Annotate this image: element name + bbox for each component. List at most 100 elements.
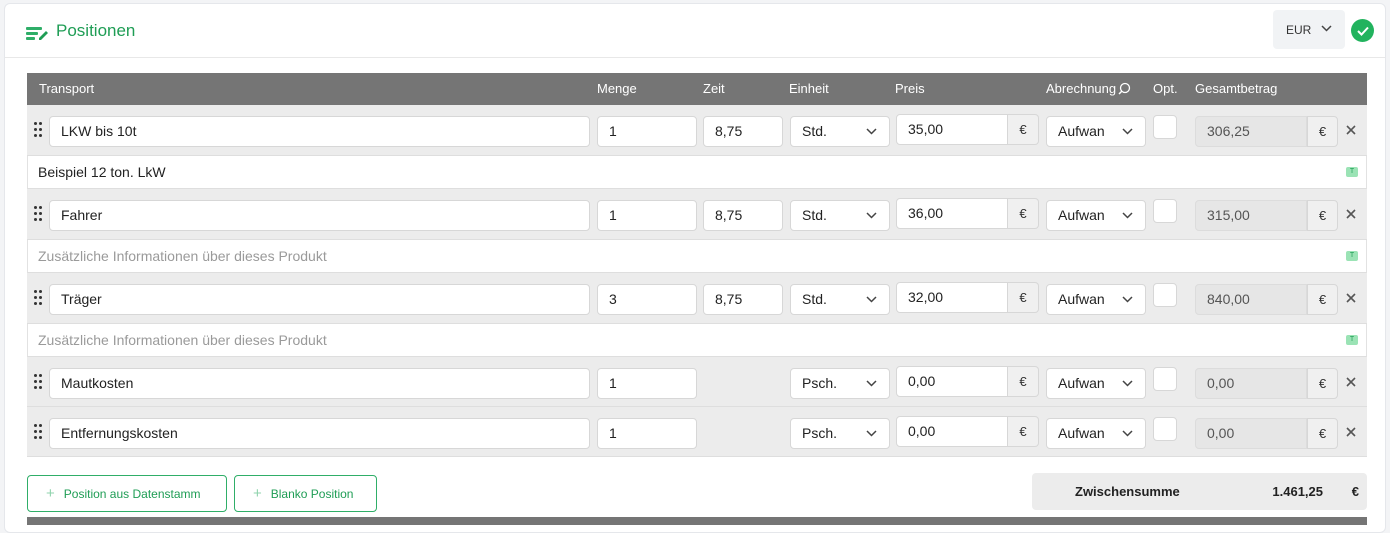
currency-select[interactable]: EUR (1273, 10, 1345, 49)
table-row: Mautkosten 1 Psch. 0,00 € Aufwan 0,00 € (27, 357, 1367, 407)
quantity-input[interactable]: 1 (597, 116, 697, 147)
total-amount: 315,00 (1195, 200, 1307, 231)
chevron-down-icon (866, 296, 877, 303)
close-icon[interactable] (1345, 208, 1357, 220)
description-row[interactable]: Beispiel 12 ton. LkW T (27, 156, 1367, 189)
unit-select[interactable]: Std. (790, 116, 890, 147)
time-input[interactable]: 8,75 (703, 200, 783, 231)
price-currency-addon: € (1008, 114, 1039, 145)
unit-select[interactable]: Psch. (790, 368, 890, 399)
drag-handle-icon[interactable] (34, 206, 42, 222)
description-row[interactable]: Zusätzliche Informationen über dieses Pr… (27, 240, 1367, 273)
drag-handle-icon[interactable] (34, 290, 42, 306)
subtotal-currency: € (1351, 484, 1359, 499)
price-currency-addon: € (1008, 416, 1039, 447)
col-abrechnung-label: Abrechnung (1046, 81, 1117, 96)
positions-card: Positionen EUR Transport Menge Zeit Einh… (4, 3, 1386, 533)
time-input[interactable]: 8,75 (703, 116, 783, 147)
chevron-down-icon (1122, 380, 1133, 387)
optional-checkbox[interactable] (1153, 283, 1177, 307)
card-header: Positionen EUR (5, 4, 1385, 58)
bottom-table-header (27, 517, 1367, 525)
unit-value: Std. (802, 123, 827, 139)
plus-icon: + (253, 485, 262, 502)
price-input[interactable]: 35,00 (896, 114, 1008, 145)
col-menge: Menge (597, 81, 637, 96)
table-header: Transport Menge Zeit Einheit Preis Abrec… (27, 73, 1367, 105)
price-input[interactable]: 0,00 (896, 416, 1008, 447)
col-preis: Preis (895, 81, 925, 96)
billing-value: Aufwan (1058, 207, 1105, 223)
billing-select[interactable]: Aufwan (1046, 116, 1146, 147)
optional-checkbox[interactable] (1153, 115, 1177, 139)
positions-table: Transport Menge Zeit Einheit Preis Abrec… (27, 73, 1367, 457)
add-blank-position-label: Blanko Position (270, 486, 354, 501)
billing-select[interactable]: Aufwan (1046, 284, 1146, 315)
search-info-icon[interactable] (1118, 82, 1131, 95)
price-input[interactable]: 0,00 (896, 366, 1008, 397)
unit-value: Std. (802, 291, 827, 307)
chevron-down-icon (866, 430, 877, 437)
drag-handle-icon[interactable] (34, 424, 42, 440)
col-transport: Transport (39, 81, 95, 96)
position-name-input[interactable]: LKW bis 10t (49, 116, 590, 147)
billing-select[interactable]: Aufwan (1046, 368, 1146, 399)
col-opt: Opt. (1153, 81, 1178, 96)
col-zeit: Zeit (703, 81, 725, 96)
optional-checkbox[interactable] (1153, 417, 1177, 441)
optional-checkbox[interactable] (1153, 199, 1177, 223)
chevron-down-icon (1122, 128, 1133, 135)
text-format-icon[interactable]: T (1346, 335, 1358, 345)
table-row: Fahrer 1 8,75 Std. 36,00 € Aufwan 315,00… (27, 189, 1367, 240)
total-amount: 0,00 (1195, 368, 1307, 399)
chevron-down-icon (1321, 25, 1332, 32)
position-name-input[interactable]: Entfernungskosten (49, 418, 590, 449)
col-gesamtbetrag: Gesamtbetrag (1195, 81, 1278, 96)
close-icon[interactable] (1345, 292, 1357, 304)
check-icon[interactable] (1351, 19, 1374, 42)
total-amount: 0,00 (1195, 418, 1307, 449)
quantity-input[interactable]: 1 (597, 418, 697, 449)
total-currency-addon: € (1307, 200, 1338, 231)
price-currency-addon: € (1008, 366, 1039, 397)
close-icon[interactable] (1345, 426, 1357, 438)
price-currency-addon: € (1008, 198, 1039, 229)
unit-value: Psch. (802, 425, 838, 441)
drag-handle-icon[interactable] (34, 122, 42, 138)
section-title: Positionen (56, 21, 136, 40)
position-name-input[interactable]: Träger (49, 284, 590, 315)
close-icon[interactable] (1345, 376, 1357, 388)
optional-checkbox[interactable] (1153, 367, 1177, 391)
add-blank-position-button[interactable]: + Blanko Position (234, 475, 377, 512)
position-name-input[interactable]: Mautkosten (49, 368, 590, 399)
billing-select[interactable]: Aufwan (1046, 200, 1146, 231)
add-position-from-master-button[interactable]: + Position aus Datenstamm (27, 475, 227, 512)
quantity-input[interactable]: 1 (597, 368, 697, 399)
col-einheit: Einheit (789, 81, 829, 96)
description-text: Beispiel 12 ton. LkW (38, 164, 166, 180)
position-name-input[interactable]: Fahrer (49, 200, 590, 231)
col-abrechnung: Abrechnung (1046, 81, 1131, 96)
chevron-down-icon (1122, 430, 1133, 437)
price-input[interactable]: 36,00 (896, 198, 1008, 229)
quantity-input[interactable]: 3 (597, 284, 697, 315)
add-position-from-master-label: Position aus Datenstamm (63, 486, 201, 501)
drag-handle-icon[interactable] (34, 374, 42, 390)
unit-select[interactable]: Psch. (790, 418, 890, 449)
unit-select[interactable]: Std. (790, 284, 890, 315)
table-row: Träger 3 8,75 Std. 32,00 € Aufwan 840,00… (27, 273, 1367, 324)
subtotal-label: Zwischensumme (1075, 484, 1180, 499)
text-format-icon[interactable]: T (1346, 251, 1358, 261)
quantity-input[interactable]: 1 (597, 200, 697, 231)
description-row[interactable]: Zusätzliche Informationen über dieses Pr… (27, 324, 1367, 357)
billing-value: Aufwan (1058, 425, 1105, 441)
billing-select[interactable]: Aufwan (1046, 418, 1146, 449)
unit-select[interactable]: Std. (790, 200, 890, 231)
close-icon[interactable] (1345, 124, 1357, 136)
text-format-icon[interactable]: T (1346, 167, 1358, 177)
chevron-down-icon (866, 380, 877, 387)
time-input[interactable]: 8,75 (703, 284, 783, 315)
chevron-down-icon (1122, 212, 1133, 219)
currency-label: EUR (1286, 22, 1312, 37)
price-input[interactable]: 32,00 (896, 282, 1008, 313)
